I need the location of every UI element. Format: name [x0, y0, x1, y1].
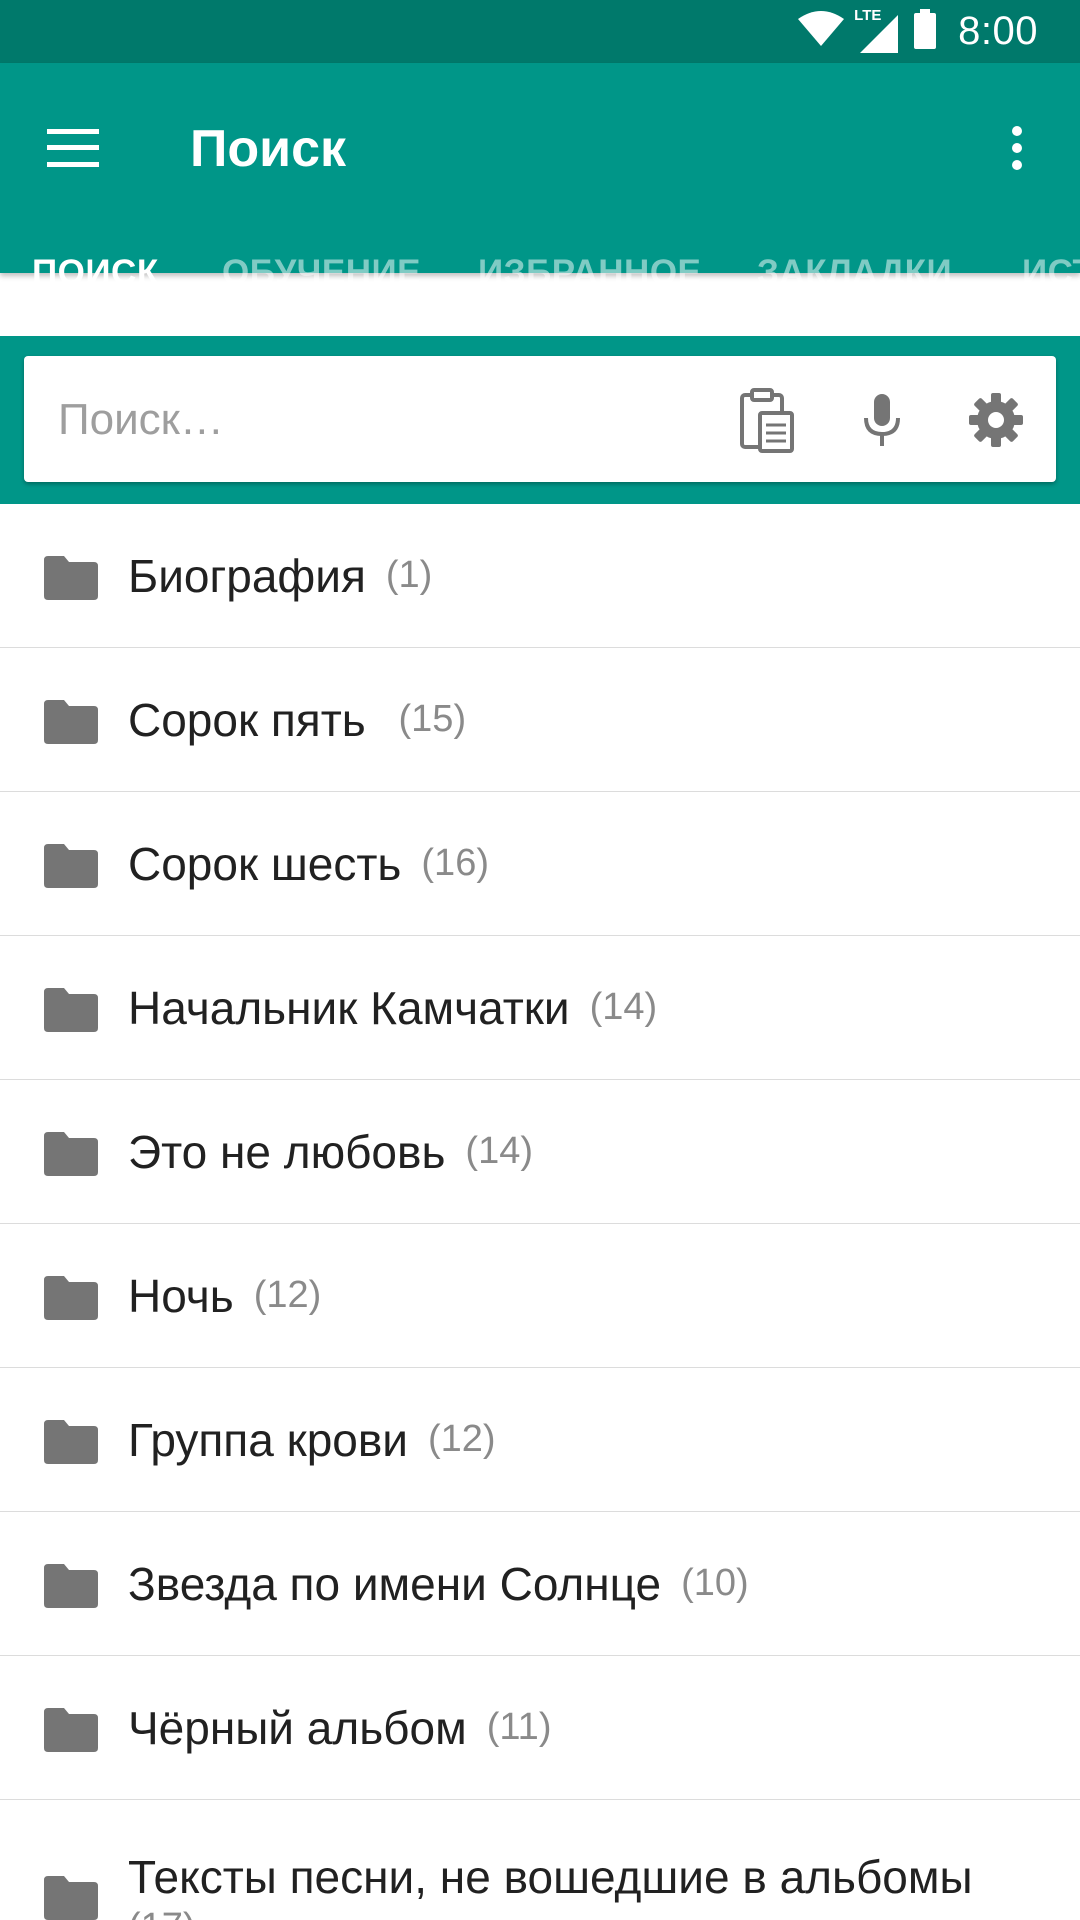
list-item[interactable]: Сорок пять (15)	[0, 648, 1080, 792]
tab-history[interactable]: ИСТ	[1022, 210, 1080, 336]
item-count: (16)	[421, 842, 489, 884]
item-title: Чёрный альбом	[128, 1701, 467, 1754]
network-type-label: LTE	[854, 6, 882, 24]
folder-icon	[44, 1708, 98, 1752]
voice-search-button[interactable]	[846, 384, 918, 456]
battery-icon	[914, 9, 937, 54]
settings-gear-icon	[969, 393, 1023, 447]
clock: 8:00	[958, 9, 1038, 53]
item-count: (12)	[428, 1418, 496, 1460]
item-title: Звезда по имени Солнце	[128, 1557, 662, 1610]
album-list: Биография (1) Сорок пять (15) Сорок шест…	[0, 504, 1080, 1920]
item-count: (14)	[589, 986, 658, 1028]
clipboard-icon	[740, 388, 794, 453]
folder-icon	[44, 1132, 98, 1176]
more-vertical-icon	[1012, 126, 1022, 170]
tab-bar: ПОИСК ОБУЧЕНИЕ ИЗБРАННОЕ ЗАКЛАДКИ ИСТ	[0, 210, 1080, 336]
item-count: (1)	[385, 554, 433, 596]
tab-bookmarks[interactable]: ЗАКЛАДКИ	[757, 210, 952, 336]
folder-icon	[44, 1564, 98, 1608]
item-count: (12)	[253, 1274, 322, 1316]
search-settings-button[interactable]	[960, 384, 1032, 456]
tab-learning[interactable]: ОБУЧЕНИЕ	[222, 210, 421, 336]
search-card	[24, 356, 1056, 482]
item-count: (15)	[398, 698, 467, 740]
item-count: (17)	[128, 1906, 196, 1920]
folder-icon	[44, 1876, 98, 1920]
wifi-icon	[798, 11, 845, 52]
item-title: Сорок шесть	[128, 837, 402, 890]
hamburger-menu-icon	[47, 129, 99, 167]
tab-search[interactable]: ПОИСК	[32, 210, 159, 336]
list-item[interactable]: Начальник Камчатки (14)	[0, 936, 1080, 1080]
search-input[interactable]	[56, 384, 700, 456]
tab-favorites[interactable]: ИЗБРАННОЕ	[478, 210, 701, 336]
list-item[interactable]: Тексты песни, не вошедшие в альбомы (17)	[0, 1800, 1080, 1920]
list-item[interactable]: Группа крови (12)	[0, 1368, 1080, 1512]
status-bar: LTE 8:00	[0, 0, 1080, 63]
item-title: Ночь	[128, 1269, 234, 1322]
search-area	[0, 336, 1080, 504]
list-item[interactable]: Сорок шесть (16)	[0, 792, 1080, 936]
list-item[interactable]: Ночь (12)	[0, 1224, 1080, 1368]
list-item[interactable]: Это не любовь (14)	[0, 1080, 1080, 1224]
item-count: (14)	[465, 1130, 533, 1172]
folder-icon	[44, 1276, 98, 1320]
status-icons: LTE 8:00	[782, 0, 1038, 63]
page-title: Поиск	[190, 120, 347, 178]
microphone-icon	[864, 394, 900, 446]
item-count: (11)	[486, 1706, 552, 1748]
folder-icon	[44, 988, 98, 1032]
overflow-menu-button[interactable]	[982, 111, 1052, 185]
item-count: (10)	[681, 1562, 749, 1604]
item-title: Группа крови	[128, 1413, 408, 1466]
navigation-menu-button[interactable]	[36, 111, 110, 185]
paste-button[interactable]	[730, 384, 802, 456]
cell-signal-icon: LTE	[854, 7, 899, 53]
item-title: Биография	[128, 549, 366, 602]
item-title: Начальник Камчатки	[128, 981, 570, 1034]
item-title: Сорок пять	[128, 693, 379, 746]
folder-icon	[44, 556, 98, 600]
folder-icon	[44, 844, 98, 888]
folder-icon	[44, 1420, 98, 1464]
list-item[interactable]: Биография (1)	[0, 504, 1080, 648]
list-item[interactable]: Чёрный альбом (11)	[0, 1656, 1080, 1800]
list-item[interactable]: Звезда по имени Солнце (10)	[0, 1512, 1080, 1656]
item-title: Это не любовь	[128, 1125, 446, 1178]
item-title: Тексты песни, не вошедшие в альбомы	[128, 1851, 973, 1903]
folder-icon	[44, 700, 98, 744]
